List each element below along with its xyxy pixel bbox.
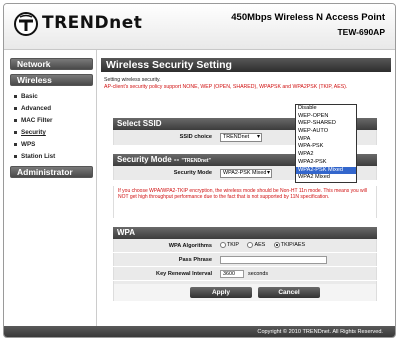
key-renewal-unit: seconds	[248, 271, 269, 277]
security-mode-dropdown[interactable]: Disable WEP-OPEN WEP-SHARED WEP-AUTO WPA…	[295, 104, 357, 183]
bullet-icon	[14, 154, 17, 158]
policy-note: AP-client's security policy support NONE…	[104, 84, 348, 90]
ssid-choice-select[interactable]: TRENDnet ▾	[220, 133, 262, 142]
trendnet-logo-icon	[14, 12, 38, 36]
wpa-algorithms-group: TKIP AES TKIP/AES	[220, 242, 312, 248]
pass-phrase-input[interactable]	[220, 256, 327, 264]
page-description: Setting wireless security.	[104, 77, 161, 83]
key-renewal-row: Key Renewal Interval 3600 seconds	[113, 267, 377, 280]
ssid-choice-label: SSID choice	[179, 134, 212, 140]
header: TRENDnet 450Mbps Wireless N Access Point…	[4, 4, 395, 50]
bullet-icon	[14, 106, 17, 110]
model-name: TEW-690AP	[337, 27, 385, 37]
radio-tkip-aes[interactable]: TKIP/AES	[273, 242, 305, 248]
bullet-icon	[14, 142, 17, 146]
key-renewal-input[interactable]: 3600	[220, 270, 244, 278]
sidebar: Network Wireless Basic Advanced MAC Filt…	[4, 50, 97, 337]
nav-administrator[interactable]: Administrator	[10, 166, 93, 178]
encryption-warning: If you choose WPA/WPA2-TKIP encryption, …	[113, 186, 377, 218]
chevron-down-icon: ▾	[256, 134, 260, 140]
dropdown-option[interactable]: WPA2-PSK	[296, 159, 356, 167]
dropdown-option[interactable]: WPA	[296, 136, 356, 144]
bullet-icon	[14, 118, 17, 122]
main-content: Wireless Security Setting Setting wirele…	[101, 50, 391, 324]
dropdown-option[interactable]: Disable	[296, 105, 356, 113]
nav-wireless[interactable]: Wireless	[10, 74, 93, 86]
radio-tkip[interactable]: TKIP	[220, 242, 239, 248]
pass-phrase-label: Pass Phrase	[178, 257, 212, 263]
radio-off-icon	[220, 242, 226, 248]
app-window: TRENDnet 450Mbps Wireless N Access Point…	[3, 3, 396, 338]
product-title: 450Mbps Wireless N Access Point	[231, 12, 385, 23]
dropdown-option[interactable]: WPA-PSK	[296, 143, 356, 151]
sidebar-item-security[interactable]: Security	[14, 129, 46, 136]
chevron-down-icon: ▾	[266, 170, 270, 176]
sidebar-item-basic[interactable]: Basic	[14, 93, 38, 100]
page-title: Wireless Security Setting	[101, 58, 391, 72]
wpa-algorithms-label: WPA Algorithms	[168, 243, 212, 249]
button-row: Apply Cancel	[113, 284, 377, 301]
pass-phrase-row: Pass Phrase	[113, 253, 377, 266]
brand-logo: TRENDnet	[14, 12, 144, 36]
security-mode-select[interactable]: WPA2-PSK Mixed ▾	[220, 169, 272, 178]
wpa-algorithms-row: WPA Algorithms TKIP AES TKIP/AES	[113, 239, 377, 252]
footer: Copyright © 2010 TRENDnet. All Rights Re…	[4, 326, 395, 337]
sidebar-item-advanced[interactable]: Advanced	[14, 105, 51, 112]
cancel-button[interactable]: Cancel	[258, 287, 320, 298]
radio-on-icon	[273, 242, 280, 248]
bullet-icon	[14, 94, 17, 98]
apply-button[interactable]: Apply	[190, 287, 252, 298]
dropdown-option[interactable]: WEP-OPEN	[296, 113, 356, 121]
dropdown-option[interactable]: WEP-AUTO	[296, 128, 356, 136]
bullet-icon	[14, 130, 17, 134]
dropdown-option[interactable]: WEP-SHARED	[296, 120, 356, 128]
brand-name: TRENDnet	[42, 13, 143, 33]
security-mode-label: Security Mode	[173, 170, 212, 176]
sidebar-item-mac-filter[interactable]: MAC Filter	[14, 117, 53, 124]
radio-aes[interactable]: AES	[247, 242, 265, 248]
wpa-heading: WPA	[113, 227, 377, 239]
radio-off-icon	[247, 242, 254, 248]
sidebar-item-station-list[interactable]: Station List	[14, 153, 55, 160]
key-renewal-label: Key Renewal Interval	[156, 271, 212, 277]
dropdown-option[interactable]: WPA2	[296, 151, 356, 159]
sidebar-item-wps[interactable]: WPS	[14, 141, 35, 148]
dropdown-option-selected[interactable]: WPA2-PSK Mixed	[296, 166, 356, 175]
nav-network[interactable]: Network	[10, 58, 93, 70]
dropdown-option[interactable]: WPA2 Mixed	[296, 174, 356, 182]
